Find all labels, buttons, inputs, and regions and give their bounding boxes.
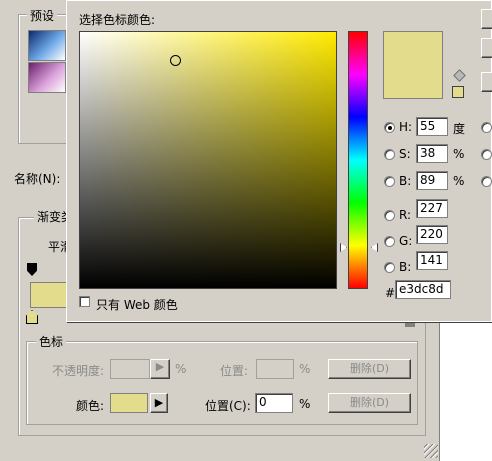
delete-button-2: 删除(D) bbox=[328, 393, 411, 413]
opacity-unit: % bbox=[175, 362, 187, 376]
ok-button[interactable] bbox=[481, 9, 492, 29]
color-cursor-icon[interactable] bbox=[170, 55, 181, 66]
add-to-swatches-button[interactable] bbox=[481, 72, 492, 92]
preset-purple-swatch[interactable] bbox=[28, 62, 66, 93]
preset-blue-swatch[interactable] bbox=[28, 30, 66, 61]
b-label: B: bbox=[399, 174, 412, 188]
blue-label: B: bbox=[399, 260, 412, 274]
color-swatch-button[interactable] bbox=[110, 393, 148, 413]
l-radio[interactable] bbox=[481, 122, 492, 133]
a-radio[interactable] bbox=[481, 149, 492, 160]
r-input[interactable]: 227 bbox=[416, 199, 448, 218]
color-menu-arrow-button[interactable]: ▶ bbox=[150, 393, 168, 413]
gamut-warning-swatch[interactable] bbox=[452, 86, 464, 98]
delete-button-1: 删除(D) bbox=[328, 359, 411, 379]
presets-label: 预设 bbox=[27, 7, 58, 24]
blue-input[interactable]: 141 bbox=[416, 251, 448, 270]
r-radio[interactable] bbox=[384, 210, 395, 221]
name-label: 名称(N): bbox=[14, 172, 61, 186]
g-label: G: bbox=[399, 234, 413, 248]
picker-title: 选择色标颜色: bbox=[79, 13, 156, 27]
blue-radio[interactable] bbox=[384, 262, 395, 273]
s-label: S: bbox=[399, 147, 411, 161]
location-unit-1: % bbox=[299, 362, 311, 376]
h-unit: 度 bbox=[453, 122, 466, 136]
new-color-swatch bbox=[383, 31, 443, 99]
web-only-label: 只有 Web 颜色 bbox=[96, 298, 178, 312]
lab-b-radio[interactable] bbox=[481, 176, 492, 187]
g-input[interactable]: 220 bbox=[416, 225, 448, 244]
resize-grip-icon[interactable] bbox=[424, 444, 438, 458]
b-unit: % bbox=[453, 174, 465, 188]
s-unit: % bbox=[453, 147, 465, 161]
saturation-brightness-field[interactable] bbox=[79, 31, 337, 289]
h-label: H: bbox=[399, 120, 413, 134]
g-radio[interactable] bbox=[384, 236, 395, 247]
h-radio[interactable] bbox=[384, 122, 395, 133]
hex-input[interactable]: e3dc8d bbox=[395, 280, 451, 299]
opacity-field bbox=[110, 359, 150, 379]
gradient-preview-bar[interactable] bbox=[30, 282, 68, 308]
web-only-checkbox[interactable] bbox=[79, 296, 91, 308]
location-input-2[interactable]: 0 bbox=[255, 393, 293, 413]
location-unit-2: % bbox=[299, 397, 311, 411]
stops-group-label: 色标 bbox=[36, 333, 67, 350]
out-of-gamut-cube-icon[interactable] bbox=[453, 69, 466, 82]
opacity-label: 不透明度: bbox=[52, 364, 105, 378]
r-label: R: bbox=[399, 208, 412, 222]
hue-slider[interactable] bbox=[348, 31, 368, 289]
opacity-arrow-button: ▶ bbox=[150, 359, 170, 379]
hex-label: # bbox=[385, 286, 396, 300]
h-input[interactable]: 55 bbox=[416, 117, 448, 136]
location-label-1: 位置: bbox=[220, 364, 249, 378]
location-field-1 bbox=[256, 359, 294, 379]
b-radio[interactable] bbox=[384, 176, 395, 187]
color-label: 颜色: bbox=[76, 399, 105, 413]
b-input[interactable]: 89 bbox=[416, 171, 448, 190]
location-label-2: 位置(C): bbox=[205, 399, 251, 413]
s-input[interactable]: 38 bbox=[416, 144, 448, 163]
s-radio[interactable] bbox=[384, 149, 395, 160]
cancel-button[interactable] bbox=[481, 38, 492, 58]
